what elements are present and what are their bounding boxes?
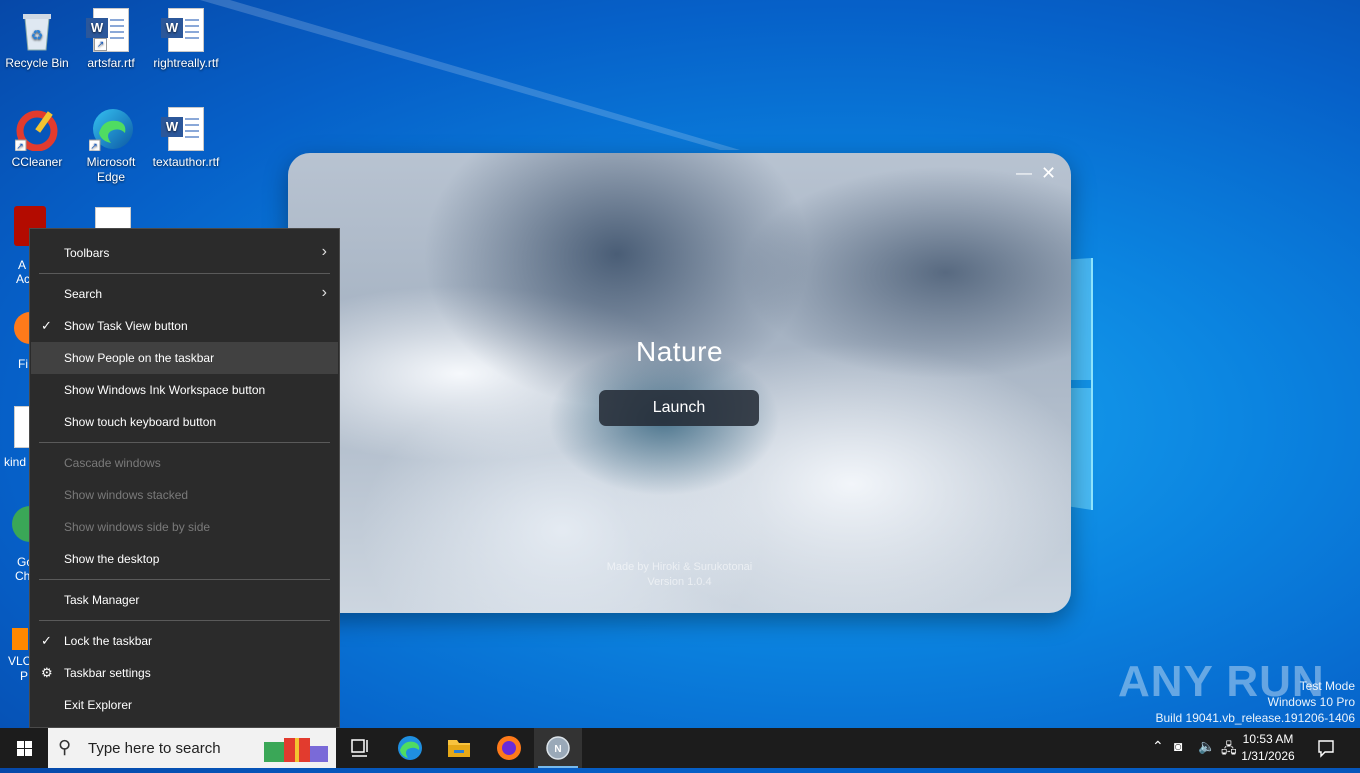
app-credits: Made by Hiroki & Surukotonai Version 1.0…	[606, 561, 753, 588]
menu-item-taskbar-settings[interactable]: ⚙ Taskbar settings	[31, 657, 338, 689]
desktop-icon-recycle-bin[interactable]: ♻ Recycle Bin	[0, 8, 74, 71]
minimize-icon[interactable]: —	[1016, 165, 1032, 183]
ccleaner-icon: ↗	[14, 107, 59, 152]
taskbar-nature-app[interactable]: N	[534, 728, 582, 768]
edge-icon: ↗	[88, 107, 133, 152]
menu-item-show-desktop[interactable]: Show the desktop	[31, 543, 338, 575]
partial-label: P	[20, 669, 29, 683]
taskbar: ⚲ Type here to search N ⌃ ◙ 🔈 🖧 10:53 AM	[0, 728, 1360, 768]
chevron-right-icon: ›	[321, 243, 327, 260]
menu-separator	[39, 579, 330, 580]
word-document-icon: W	[161, 8, 208, 52]
menu-item-windows-side-by-side: Show windows side by side	[64, 520, 211, 534]
chevron-up-icon[interactable]: ⌃	[1152, 738, 1164, 755]
taskbar-edge[interactable]	[386, 728, 434, 768]
action-center-icon[interactable]	[1316, 738, 1336, 758]
taskbar-search-box[interactable]: ⚲ Type here to search	[48, 728, 336, 768]
desktop-icon-textauthor[interactable]: W textauthor.rtf	[149, 107, 223, 170]
windows-logo-icon	[17, 741, 32, 756]
checkmark-icon: ✓	[41, 633, 52, 648]
file-explorer-icon	[448, 740, 470, 757]
svg-text:N: N	[554, 744, 561, 755]
checkmark-icon: ✓	[41, 318, 52, 333]
firefox-icon	[497, 736, 521, 760]
start-button[interactable]	[0, 728, 48, 768]
launch-button[interactable]: Launch	[599, 390, 759, 426]
chrome-icon-partial[interactable]	[12, 506, 30, 542]
meet-now-icon[interactable]: ◙	[1174, 738, 1182, 754]
desktop-icon-microsoft-edge[interactable]: ↗ Microsoft Edge	[74, 107, 148, 185]
gear-icon: ⚙	[41, 665, 53, 680]
svg-text:↗: ↗	[90, 141, 98, 151]
partial-label: VLC	[8, 654, 32, 668]
chevron-right-icon: ›	[321, 284, 327, 301]
svg-text:↗: ↗	[16, 141, 24, 151]
menu-item-show-task-view[interactable]: ✓ Show Task View button	[31, 310, 338, 342]
edge-icon	[398, 736, 422, 760]
partial-label: A	[18, 258, 27, 272]
taskbar-file-explorer[interactable]	[435, 728, 483, 768]
menu-item-task-manager[interactable]: Task Manager	[31, 584, 338, 616]
test-mode-watermark: Test Mode Windows 10 Pro Build 19041.vb_…	[1155, 679, 1356, 725]
taskbar-firefox[interactable]	[485, 728, 533, 768]
taskbar-context-menu: Toolbars › Search › ✓ Show Task View but…	[29, 228, 340, 728]
partial-label: kind	[4, 455, 27, 469]
close-icon[interactable]: ✕	[1041, 163, 1056, 184]
menu-item-show-ink-workspace[interactable]: Show Windows Ink Workspace button	[31, 374, 338, 406]
app-title: Nature	[635, 336, 724, 367]
menu-item-windows-stacked: Show windows stacked	[64, 488, 189, 502]
gift-boxes-icon	[264, 738, 328, 762]
menu-separator	[39, 442, 330, 443]
task-view-button[interactable]	[336, 728, 384, 768]
task-view-icon	[351, 739, 368, 757]
menu-item-lock-taskbar[interactable]: ✓ Lock the taskbar	[31, 625, 338, 657]
menu-item-show-touch-keyboard[interactable]: Show touch keyboard button	[31, 406, 338, 438]
desktop-icon-artsfar[interactable]: W ↗ artsfar.rtf	[74, 8, 148, 71]
menu-item-exit-explorer[interactable]: Exit Explorer	[31, 689, 338, 721]
firefox-icon-partial[interactable]	[14, 312, 30, 344]
menu-item-toolbars[interactable]: Toolbars ›	[31, 237, 338, 269]
taskbar-clock[interactable]: 10:53 AM 1/31/2026	[1236, 731, 1300, 765]
menu-item-show-people[interactable]: Show People on the taskbar	[31, 342, 338, 374]
svg-text:♻: ♻	[31, 27, 44, 43]
partial-label: Ac	[16, 272, 31, 286]
volume-icon[interactable]: 🔈	[1198, 738, 1215, 755]
desktop-icon-rightreally[interactable]: W rightreally.rtf	[149, 8, 223, 71]
menu-item-search[interactable]: Search ›	[31, 278, 338, 310]
vlc-icon-partial[interactable]	[12, 628, 28, 650]
nature-app-window[interactable]: — ✕ Nature Launch Made by Hiroki & Suruk…	[288, 153, 1071, 613]
word-document-icon: W ↗	[86, 8, 133, 52]
desktop-icon-ccleaner[interactable]: ↗ CCleaner	[0, 107, 74, 170]
menu-separator	[39, 620, 330, 621]
partial-label: Fi	[18, 357, 28, 371]
word-document-icon: W	[161, 107, 208, 151]
network-icon[interactable]: 🖧	[1221, 738, 1237, 762]
menu-separator	[39, 273, 330, 274]
menu-item-cascade-windows: Cascade windows	[64, 456, 161, 470]
search-placeholder: Type here to search	[88, 740, 221, 757]
nature-app-icon: N	[546, 736, 570, 760]
search-icon: ⚲	[58, 737, 72, 757]
recycle-bin-icon: ♻	[15, 8, 59, 52]
